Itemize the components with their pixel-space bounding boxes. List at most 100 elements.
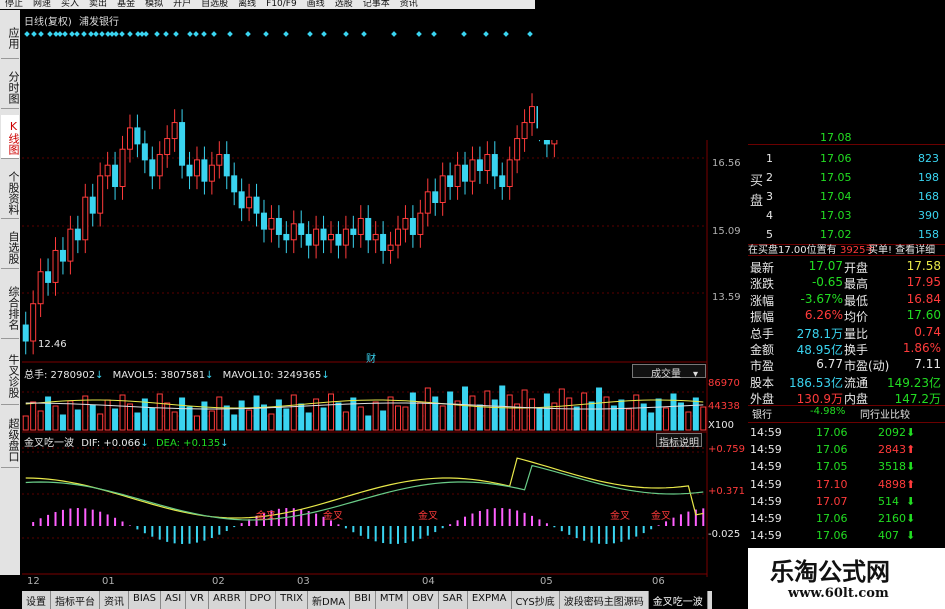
left-tab[interactable]: K线图	[1, 115, 20, 159]
indicator-tab[interactable]: TRIX	[276, 591, 309, 609]
toolbar-item[interactable]: 模拟	[140, 0, 168, 9]
order-lvl: 2	[766, 171, 773, 184]
industry-row[interactable]: 银行 -4.98% 同行业比较	[748, 405, 943, 422]
tick-row: 14:59 17.05 3518 ⬇	[748, 459, 943, 476]
candle-body	[104, 164, 111, 177]
quote-row: 总手 278.1万 量比 0.74	[748, 324, 943, 341]
volume-bar	[573, 406, 580, 431]
volume-bar	[208, 410, 215, 431]
indicator-tab[interactable]: 新DMA	[308, 591, 351, 609]
left-tab[interactable]: 牛叉诊股	[1, 345, 20, 405]
signal-diamond-icon	[211, 31, 217, 37]
indicator-tab[interactable]: 设置	[22, 591, 51, 609]
indicator-tab[interactable]: CYS抄底	[512, 591, 560, 609]
signal-diamond-icon	[47, 31, 53, 37]
volume-bar	[491, 399, 498, 431]
candle-body	[409, 217, 416, 235]
toolbar-item[interactable]: 资讯	[395, 0, 423, 9]
candle-body	[141, 143, 148, 161]
candle-body	[298, 223, 305, 235]
volume-bar	[156, 393, 163, 431]
candle-body	[320, 228, 327, 241]
candle-body	[134, 127, 141, 145]
toolbar-item[interactable]: 记事本	[358, 0, 395, 9]
candle-body	[514, 138, 521, 161]
quote-v1: -0.65	[811, 275, 843, 290]
left-tab[interactable]: 分时图	[1, 65, 20, 109]
tick-p: 17.06	[816, 443, 848, 457]
left-tab[interactable]: 超级盘口	[1, 410, 20, 468]
indicator-help-button[interactable]: 指标说明	[656, 433, 702, 449]
volume-bar	[193, 415, 200, 431]
toolbar-item[interactable]: F10/F9	[261, 0, 302, 9]
volume-bar	[201, 401, 208, 431]
toolbar-item[interactable]: 买入	[56, 0, 84, 9]
overlay-box	[538, 12, 747, 140]
volume-bar	[104, 399, 111, 431]
toolbar-item[interactable]: 画线	[302, 0, 330, 9]
candle-body	[238, 191, 245, 209]
quote-v2: 0.74	[914, 324, 941, 339]
volume-total: 总手: 2780902	[24, 370, 96, 381]
toolbar-item[interactable]: 卖出	[84, 0, 112, 9]
volume-bar	[670, 393, 677, 431]
arrow-down-icon: ⬇	[906, 460, 916, 474]
order-info-left: 在买盘17.00位置有	[748, 245, 837, 256]
volume-axis-label: 86970	[708, 378, 740, 389]
order-book-row[interactable]: 2 17.05 198	[748, 170, 943, 187]
kline-chart[interactable]	[22, 12, 747, 577]
indicator-tab[interactable]: SAR	[439, 591, 468, 609]
indicator-tab[interactable]: 指标平台	[51, 591, 100, 609]
order-book-row[interactable]: 1 17.06 823	[748, 151, 943, 168]
volume-bar	[30, 401, 37, 431]
indicator-tab[interactable]: BBI	[350, 591, 376, 609]
left-tab[interactable]: 应用	[1, 15, 20, 59]
volume-bar	[685, 411, 692, 431]
left-tab[interactable]: 自选股	[1, 225, 20, 269]
industry-compare[interactable]: 同行业比较	[860, 406, 910, 421]
left-tab[interactable]: 综合排名	[1, 275, 20, 339]
indicator-tab[interactable]: VR	[186, 591, 209, 609]
indicator-tab[interactable]: OBV	[408, 591, 439, 609]
candle-body	[491, 154, 498, 177]
indicator-tab[interactable]: 波段密码主图源码	[560, 591, 649, 609]
candle-body	[529, 106, 536, 124]
left-tab[interactable]: 个股资料	[1, 165, 20, 219]
toolbar-item[interactable]: 离线	[233, 0, 261, 9]
indicator-tab[interactable]: MTM	[376, 591, 409, 609]
candle-body	[454, 164, 461, 188]
toolbar-item[interactable]: 自选股	[196, 0, 233, 9]
candle-body	[193, 159, 200, 177]
order-info-right[interactable]: 买单! 查看详细	[868, 241, 935, 256]
quote-row: 外盘 130.9万 内盘 147.2万	[748, 389, 943, 406]
candle-body	[484, 154, 491, 172]
signal-diamond-icon	[201, 31, 207, 37]
indicator-tab[interactable]: DPO	[246, 591, 277, 609]
order-book-row[interactable]: 4 17.03 390	[748, 208, 943, 225]
indicator-tab[interactable]: 资讯	[100, 591, 129, 609]
volume-indicator-dropdown[interactable]: 成交量 ▾	[632, 364, 706, 380]
volume-bar	[521, 389, 528, 431]
order-book-row[interactable]: 3 17.04 168	[748, 189, 943, 206]
volume-bar	[625, 408, 632, 431]
indicator-tab[interactable]: ARBR	[209, 591, 246, 609]
toolbar-item[interactable]: 开户	[168, 0, 196, 9]
indicator-tab[interactable]: EXPMA	[468, 591, 512, 609]
toolbar-item[interactable]: 停止	[0, 0, 28, 9]
volume-bar	[387, 396, 394, 431]
tick-p: 17.07	[816, 494, 848, 508]
indicator-tab[interactable]: 金叉吃一波	[648, 591, 708, 609]
volume-bar	[342, 411, 349, 431]
toolbar-item[interactable]: 网速	[28, 0, 56, 9]
indicator-tab[interactable]: BIAS	[129, 591, 161, 609]
price-axis-label: 13.59	[712, 292, 741, 303]
golden-cross-label: 金叉	[651, 511, 671, 522]
toolbar-item[interactable]: 选股	[330, 0, 358, 9]
dropdown-label: 成交量	[651, 369, 681, 380]
macd-indicator-name[interactable]: 金叉吃一波	[24, 438, 74, 449]
toolbar-item[interactable]: 基金	[112, 0, 140, 9]
indicator-tab[interactable]: ASI	[161, 591, 187, 609]
financial-marker[interactable]: 财	[366, 350, 376, 365]
signal-diamond-icon	[416, 31, 422, 37]
candle-body	[156, 154, 163, 177]
